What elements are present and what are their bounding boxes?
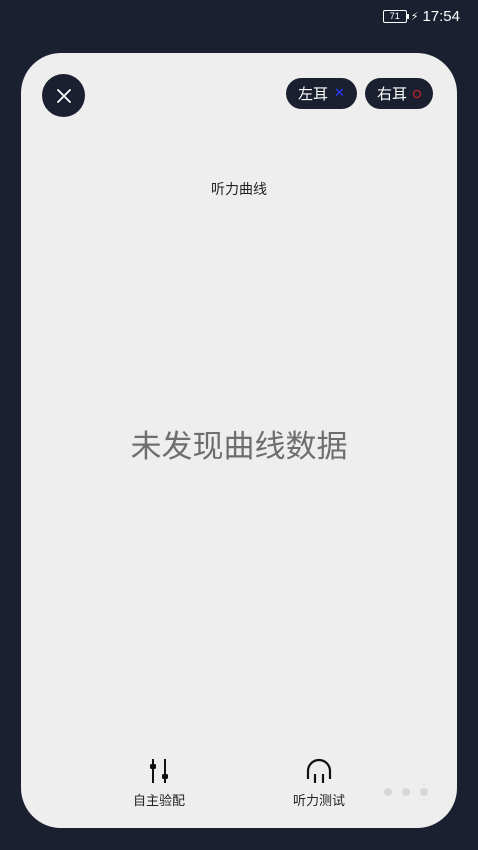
left-ear-toggle[interactable]: 左耳 ✕ [286, 78, 357, 109]
right-ear-toggle[interactable]: 右耳 [365, 78, 434, 109]
hearing-test-button[interactable]: 听力测试 [274, 757, 364, 809]
charging-icon: ⚡ [410, 9, 419, 23]
hearing-test-label: 听力测试 [292, 794, 345, 809]
circle-mark-icon [413, 89, 422, 98]
right-ear-label: 右耳 [377, 85, 408, 103]
dot [402, 788, 410, 796]
hearing-curve-card: 左耳 ✕ 右耳 听力曲线 未发现曲线数据 自主验配 听力测试 [21, 53, 457, 828]
dot [420, 788, 428, 796]
left-ear-label: 左耳 [298, 85, 329, 103]
close-icon [56, 88, 71, 103]
more-dots-icon[interactable] [384, 788, 428, 796]
x-mark-icon: ✕ [334, 86, 345, 101]
dot [384, 788, 392, 796]
close-button[interactable] [42, 74, 85, 117]
status-bar: 71 ⚡ 17:54 [382, 0, 460, 32]
empty-state-message: 未发现曲线数据 [130, 429, 348, 465]
sliders-icon [150, 759, 168, 783]
chart-title: 听力曲线 [211, 182, 267, 198]
status-time: 17:54 [422, 7, 460, 25]
self-fit-button[interactable]: 自主验配 [114, 757, 204, 809]
headphones-icon [306, 758, 332, 783]
self-fit-label: 自主验配 [132, 794, 185, 809]
battery-icon: 71 [382, 9, 409, 23]
